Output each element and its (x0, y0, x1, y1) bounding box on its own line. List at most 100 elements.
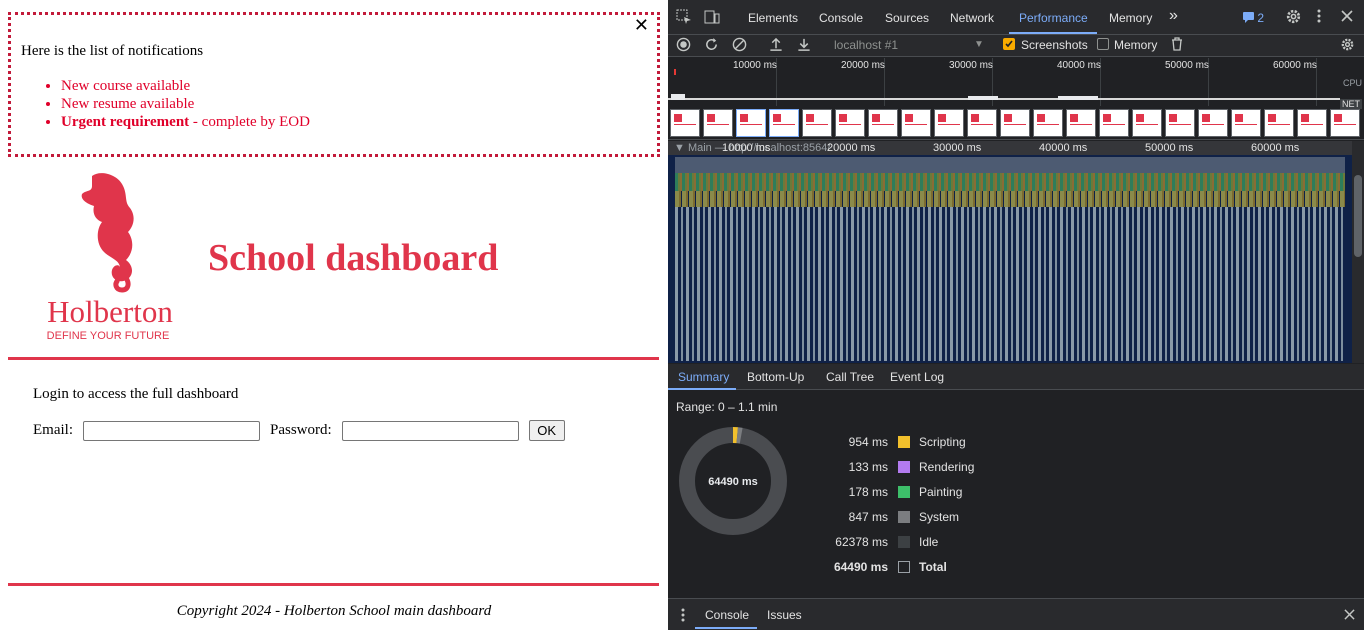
filmstrip-thumbnail[interactable] (1165, 109, 1195, 137)
download-icon[interactable] (797, 37, 811, 56)
close-devtools-icon[interactable] (1341, 9, 1353, 25)
screenshots-checkbox[interactable] (1003, 38, 1015, 50)
capture-settings-icon[interactable] (1340, 37, 1355, 56)
clear-icon[interactable] (732, 37, 747, 56)
notification-item: New course available (61, 77, 310, 95)
devtools-tabbar: Elements Console Sources Network Perform… (668, 0, 1364, 35)
memory-checkbox[interactable] (1097, 38, 1109, 50)
reload-record-icon[interactable] (704, 37, 719, 56)
filmstrip-thumbnail[interactable] (1066, 109, 1096, 137)
garbage-collect-icon[interactable] (1171, 37, 1183, 55)
ok-button[interactable]: OK (528, 420, 565, 441)
tab-elements[interactable]: Elements (748, 11, 798, 25)
filmstrip-thumbnail[interactable] (901, 109, 931, 137)
donut-center-label: 64490 ms (708, 476, 758, 488)
tab-sources[interactable]: Sources (885, 11, 929, 25)
tab-network[interactable]: Network (950, 11, 994, 25)
more-tabs-icon[interactable]: » (1169, 7, 1178, 25)
settings-gear-icon[interactable] (1285, 8, 1302, 28)
filmstrip-thumbnail[interactable] (1231, 109, 1261, 137)
profile-target-select[interactable]: localhost #1 (834, 38, 898, 52)
chevron-down-icon[interactable]: ▼ (974, 39, 984, 50)
device-toolbar-icon[interactable] (704, 9, 720, 28)
tab-memory[interactable]: Memory (1109, 11, 1152, 25)
overview-tick: 50000 ms (1165, 60, 1209, 71)
drawer-tab-issues[interactable]: Issues (767, 608, 802, 622)
email-input[interactable] (83, 420, 260, 441)
inspect-element-icon[interactable] (676, 9, 692, 28)
filmstrip-thumbnail[interactable] (670, 109, 700, 137)
legend-value: 178 ms (848, 485, 888, 499)
kebab-menu-icon[interactable] (1317, 9, 1321, 26)
tab-console[interactable]: Console (819, 11, 863, 25)
summary-legend-row: 178 ms Painting (818, 485, 1118, 501)
filmstrip-thumbnail[interactable] (934, 109, 964, 137)
filmstrip-thumbnail[interactable] (835, 109, 865, 137)
summary-legend-row: 133 ms Rendering (818, 460, 1118, 476)
legend-swatch (898, 436, 910, 448)
tab-summary[interactable]: Summary (678, 370, 729, 384)
issues-badge[interactable]: 2 (1243, 11, 1264, 25)
filmstrip-thumbnail[interactable] (1000, 109, 1030, 137)
urgent-label: Urgent requirement (61, 114, 190, 130)
timeline-overview[interactable]: 10000 ms 20000 ms 30000 ms 40000 ms 5000… (668, 58, 1364, 140)
flame-tick: 10000 ms (722, 142, 771, 154)
filmstrip-thumbnail[interactable] (1198, 109, 1228, 137)
legend-value: 62378 ms (835, 535, 888, 549)
filmstrip-thumbnail[interactable] (703, 109, 733, 137)
flame-row-events (675, 173, 1345, 191)
summary-legend-row: 64490 ms Total (818, 560, 1118, 576)
upload-icon[interactable] (769, 37, 783, 56)
notification-item-urgent: Urgent requirement - complete by EOD (61, 113, 310, 131)
filmstrip-thumbnail[interactable] (1330, 109, 1360, 137)
summary-legend-row: 62378 ms Idle (818, 535, 1118, 551)
close-icon[interactable]: ✕ (634, 15, 649, 36)
seahorse-icon: Holberton DEFINE YOUR FUTURE (47, 173, 173, 342)
overview-tick: 40000 ms (1057, 60, 1101, 71)
drawer-tab-console[interactable]: Console (705, 608, 749, 622)
tab-bottom-up[interactable]: Bottom-Up (747, 370, 804, 384)
flame-tick: 20000 ms (827, 142, 876, 154)
overview-tick: 20000 ms (841, 60, 885, 71)
memory-label: Memory (1114, 38, 1158, 52)
legend-value: 847 ms (848, 510, 888, 524)
cpu-track-label: CPU (1342, 78, 1362, 88)
filmstrip-thumbnail[interactable] (868, 109, 898, 137)
tab-performance[interactable]: Performance (1019, 11, 1088, 25)
filmstrip-thumbnail[interactable] (736, 109, 766, 137)
drawer-menu-icon[interactable] (681, 608, 685, 625)
password-input[interactable] (341, 420, 519, 441)
filmstrip-thumbnail[interactable] (1099, 109, 1129, 137)
filmstrip-thumbnail[interactable] (1264, 109, 1294, 137)
summary-legend-row: 954 ms Scripting (818, 435, 1118, 451)
record-icon[interactable] (676, 37, 691, 56)
flamechart-scrollbar[interactable] (1352, 141, 1364, 363)
logo-brand: Holberton (47, 294, 173, 329)
page-title: School dashboard (208, 237, 499, 279)
screenshot-filmstrip[interactable] (668, 108, 1364, 138)
overview-tick: 60000 ms (1273, 60, 1317, 71)
close-drawer-icon[interactable] (1344, 609, 1355, 623)
tab-call-tree[interactable]: Call Tree (826, 370, 874, 384)
filmstrip-thumbnail[interactable] (1033, 109, 1063, 137)
legend-name: Idle (919, 535, 939, 549)
filmstrip-thumbnail[interactable] (769, 109, 799, 137)
main-thread-flamechart[interactable]: ▼ Main — http://localhost:8564/ 10000 ms… (668, 141, 1364, 363)
notifications-list: New course available New resume availabl… (61, 77, 310, 131)
legend-value: 954 ms (848, 435, 888, 449)
filmstrip-thumbnail[interactable] (802, 109, 832, 137)
filmstrip-thumbnail[interactable] (967, 109, 997, 137)
tab-event-log[interactable]: Event Log (890, 370, 944, 384)
overview-tick: 30000 ms (949, 60, 993, 71)
login-form: Email: Password: OK (33, 420, 565, 441)
footer-divider (8, 583, 659, 586)
range-text: Range: 0 – 1.1 min (676, 400, 778, 414)
legend-name: Scripting (919, 435, 966, 449)
scrollbar-thumb[interactable] (1354, 175, 1362, 257)
filmstrip-thumbnail[interactable] (1132, 109, 1162, 137)
cpu-activity-graph (668, 94, 1340, 100)
login-prompt: Login to access the full dashboard (33, 386, 239, 402)
legend-name: Rendering (919, 460, 975, 474)
screenshots-label: Screenshots (1021, 38, 1088, 52)
filmstrip-thumbnail[interactable] (1297, 109, 1327, 137)
